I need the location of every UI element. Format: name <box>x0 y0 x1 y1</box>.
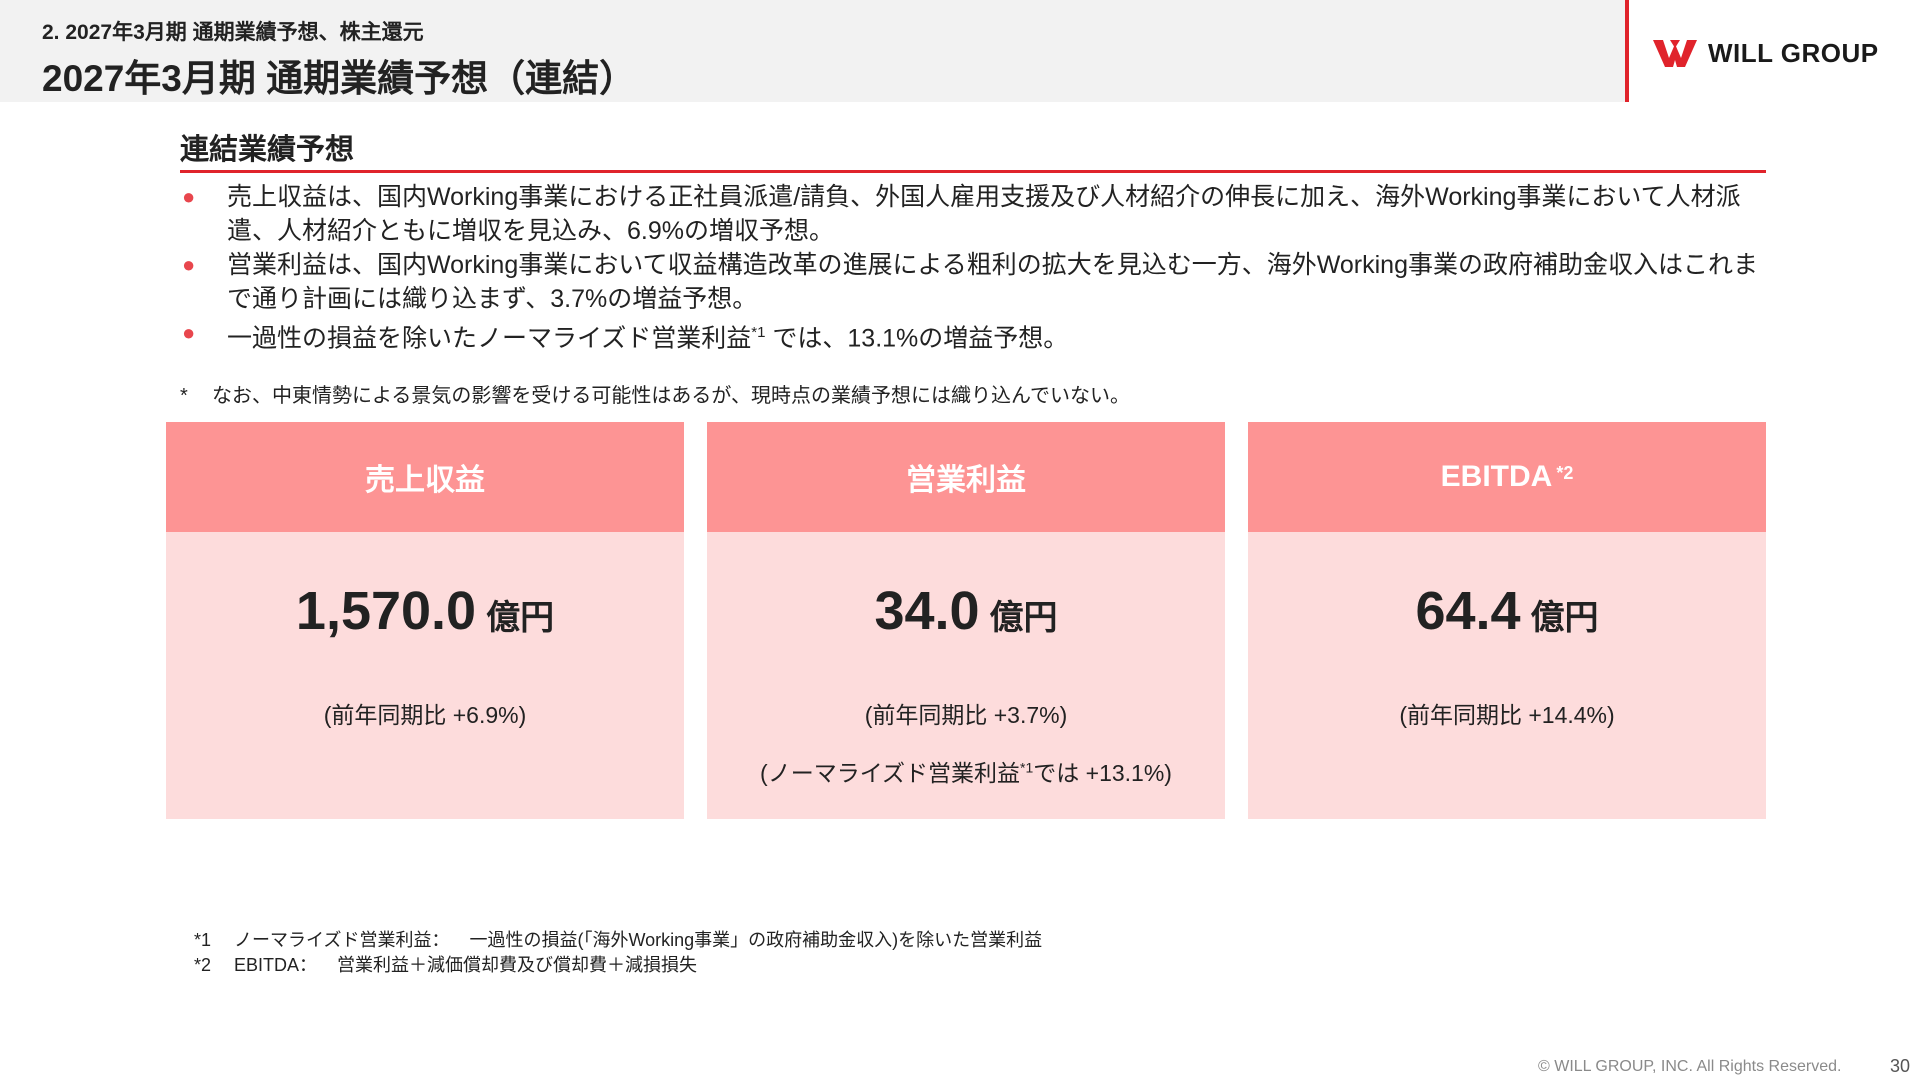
card-value-number: 1,570.0 <box>295 581 477 641</box>
card-label: 営業利益 <box>906 464 1026 497</box>
footnote-item: *1 ノーマライズド営業利益： 一過性の損益(「海外Working事業」の政府補助… <box>194 928 1042 953</box>
bullet-list: ● 売上収益は、国内Working事業における正社員派遣/請負、外国人雇用支援及… <box>180 180 1770 355</box>
page-title: 2027年3月期 通期業績予想（連結） <box>42 58 637 99</box>
card-header: 営業利益 <box>707 422 1225 532</box>
card-value-unit: 億円 <box>989 599 1058 637</box>
footnote-ref: *1 <box>751 324 766 341</box>
card-header: 売上収益 <box>166 422 684 532</box>
metric-card-revenue: 売上収益 1,570.0 億円 (前年同期比 +6.9%) <box>166 422 684 819</box>
bullet-dot-icon: ● <box>182 184 196 209</box>
bullet-item: ● 営業利益は、国内Working事業において収益構造改革の進展による粗利の拡大… <box>180 248 1770 316</box>
header-divider <box>1625 0 1629 102</box>
card-value-number: 34.0 <box>874 581 980 641</box>
company-logo: WILL GROUP <box>1652 36 1879 70</box>
card-yoy: (前年同期比 +14.4%) <box>1399 702 1615 728</box>
section-label: 2. 2027年3月期 通期業績予想、株主還元 <box>42 21 424 44</box>
will-group-w-logo-icon <box>1653 40 1697 67</box>
bullet-dot-icon: ● <box>182 320 196 345</box>
footnote-term: EBITDA： <box>234 955 318 975</box>
footnote-key: *2 <box>194 955 212 975</box>
bullet-item: ● 売上収益は、国内Working事業における正社員派遣/請負、外国人雇用支援及… <box>180 180 1770 248</box>
card-value-unit: 億円 <box>1530 599 1599 637</box>
footnote-item: *2 EBITDA： 営業利益＋減価償却費及び償却費＋減損損失 <box>194 953 1042 978</box>
card-normalized-note: (ノーマライズド営業利益*1では +13.1%) <box>707 754 1225 788</box>
card-label: EBITDA <box>1440 460 1553 493</box>
footnote-ref: *1 <box>1020 759 1034 776</box>
logo-text: WILL GROUP <box>1708 37 1879 68</box>
normalized-note-text: (ノーマライズド営業利益 <box>760 760 1021 786</box>
footnotes: *1 ノーマライズド営業利益： 一過性の損益(「海外Working事業」の政府補助… <box>194 928 1042 978</box>
metric-card-ebitda: EBITDA *2 64.4 億円 (前年同期比 +14.4%) <box>1248 422 1766 819</box>
card-value: 34.0 億円 <box>707 580 1225 642</box>
copyright: © WILL GROUP, INC. All Rights Reserved. <box>1538 1058 1842 1075</box>
card-yoy: (前年同期比 +6.9%) <box>323 702 527 728</box>
card-value-unit: 億円 <box>486 599 555 637</box>
note-mark: * <box>180 385 188 407</box>
page-number: 30 <box>1890 1056 1911 1076</box>
card-value: 1,570.0 億円 <box>166 580 684 642</box>
card-yoy: (前年同期比 +3.7%) <box>864 702 1068 728</box>
footnote-ref: *2 <box>1556 462 1574 483</box>
note: * なお、中東情勢による景気の影響を受ける可能性はあるが、現時点の業績予想には織り… <box>180 379 1130 408</box>
metric-card-operating-profit: 営業利益 34.0 億円 (前年同期比 +3.7%) (ノーマライズド営業利益*1… <box>707 422 1225 819</box>
bullet-item: ● 一過性の損益を除いたノーマライズド営業利益*1 では、13.1%の増益予想。 <box>180 316 1770 355</box>
bullet-text: 営業利益は、国内Working事業において収益構造改革の進展による粗利の拡大を見… <box>227 251 1758 313</box>
card-value-number: 64.4 <box>1415 581 1521 641</box>
bullet-text-tail: では、13.1%の増益予想。 <box>765 324 1069 353</box>
footnote-desc: 一過性の損益(「海外Working事業」の政府補助金収入)を除いた営業利益 <box>469 930 1043 950</box>
bullet-text: 売上収益は、国内Working事業における正社員派遣/請負、外国人雇用支援及び人… <box>227 183 1741 245</box>
bullet-text: 一過性の損益を除いたノーマライズド営業利益 <box>227 324 752 353</box>
subheading: 連結業績予想 <box>180 134 355 166</box>
normalized-note-tail: では +13.1%) <box>1033 760 1172 786</box>
footnote-key: *1 <box>194 930 212 950</box>
bullet-dot-icon: ● <box>182 252 196 277</box>
card-header: EBITDA *2 <box>1248 422 1766 532</box>
note-text: なお、中東情勢による景気の影響を受ける可能性はあるが、現時点の業績予想には織り込… <box>212 385 1130 407</box>
subheading-rule <box>180 170 1766 173</box>
footnote-desc: 営業利益＋減価償却費及び償却費＋減損損失 <box>337 955 698 975</box>
card-label: 売上収益 <box>365 464 485 497</box>
card-value: 64.4 億円 <box>1248 580 1766 642</box>
footnote-term: ノーマライズド営業利益： <box>234 930 450 950</box>
